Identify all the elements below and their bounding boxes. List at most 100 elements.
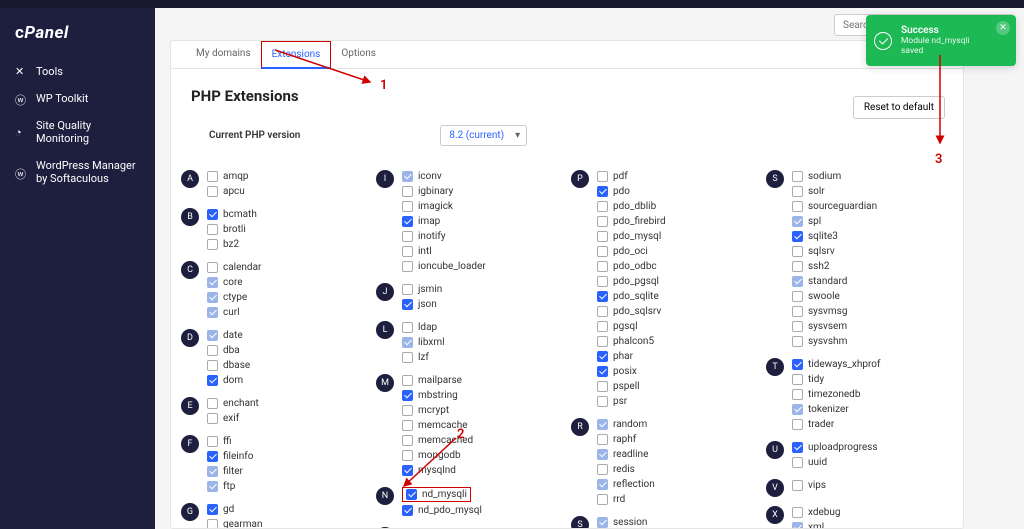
checkbox[interactable]: [792, 442, 803, 453]
ext-intl[interactable]: intl: [402, 244, 563, 259]
ext-curl[interactable]: curl: [207, 305, 368, 320]
ext-trader[interactable]: trader: [792, 417, 953, 432]
checkbox[interactable]: [792, 457, 803, 468]
ext-calendar[interactable]: calendar: [207, 260, 368, 275]
checkbox[interactable]: [792, 306, 803, 317]
checkbox[interactable]: [402, 465, 413, 476]
ext-spl[interactable]: spl: [792, 214, 953, 229]
ext-sqlsrv[interactable]: sqlsrv: [792, 244, 953, 259]
ext-pdo[interactable]: pdo: [597, 184, 758, 199]
ext-ctype[interactable]: ctype: [207, 290, 368, 305]
sidebar-item[interactable]: ✕Tools: [0, 58, 155, 85]
ext-pdf[interactable]: pdf: [597, 169, 758, 184]
checkbox[interactable]: [402, 231, 413, 242]
checkbox[interactable]: [792, 507, 803, 518]
checkbox[interactable]: [792, 389, 803, 400]
ext-filter[interactable]: filter: [207, 464, 368, 479]
checkbox[interactable]: [597, 351, 608, 362]
ext-memcached[interactable]: memcached: [402, 433, 563, 448]
ext-ioncube_loader[interactable]: ioncube_loader: [402, 259, 563, 274]
ext-rrd[interactable]: rrd: [597, 492, 758, 507]
ext-jsmin[interactable]: jsmin: [402, 282, 563, 297]
ext-ssh2[interactable]: ssh2: [792, 259, 953, 274]
checkbox[interactable]: [402, 201, 413, 212]
ext-pdo_dblib[interactable]: pdo_dblib: [597, 199, 758, 214]
checkbox[interactable]: [792, 374, 803, 385]
checkbox[interactable]: [402, 261, 413, 272]
checkbox[interactable]: [402, 322, 413, 333]
checkbox[interactable]: [207, 330, 218, 341]
ext-libxml[interactable]: libxml: [402, 335, 563, 350]
checkbox[interactable]: [402, 505, 413, 516]
ext-phar[interactable]: phar: [597, 349, 758, 364]
checkbox[interactable]: [207, 398, 218, 409]
ext-pdo_sqlite[interactable]: pdo_sqlite: [597, 289, 758, 304]
checkbox[interactable]: [597, 517, 608, 528]
ext-core[interactable]: core: [207, 275, 368, 290]
checkbox[interactable]: [402, 186, 413, 197]
checkbox[interactable]: [207, 186, 218, 197]
checkbox[interactable]: [597, 464, 608, 475]
checkbox[interactable]: [207, 413, 218, 424]
checkbox[interactable]: [597, 494, 608, 505]
ext-readline[interactable]: readline: [597, 447, 758, 462]
checkbox[interactable]: [402, 375, 413, 386]
ext-xml[interactable]: xml: [792, 520, 953, 529]
ext-dom[interactable]: dom: [207, 373, 368, 388]
ext-pdo_mysql[interactable]: pdo_mysql: [597, 229, 758, 244]
checkbox[interactable]: [597, 434, 608, 445]
tab-my-domains[interactable]: My domains: [186, 41, 261, 68]
checkbox[interactable]: [406, 489, 417, 500]
ext-sysvsem[interactable]: sysvsem: [792, 319, 953, 334]
checkbox[interactable]: [207, 171, 218, 182]
ext-bz2[interactable]: bz2: [207, 237, 368, 252]
checkbox[interactable]: [207, 519, 218, 529]
sidebar-item[interactable]: ◔Site Quality Monitoring: [0, 112, 155, 152]
ext-brotli[interactable]: brotli: [207, 222, 368, 237]
checkbox[interactable]: [402, 171, 413, 182]
ext-uploadprogress[interactable]: uploadprogress: [792, 440, 953, 455]
checkbox[interactable]: [597, 171, 608, 182]
ext-imap[interactable]: imap: [402, 214, 563, 229]
checkbox[interactable]: [597, 291, 608, 302]
checkbox[interactable]: [792, 186, 803, 197]
ext-fileinfo[interactable]: fileinfo: [207, 449, 368, 464]
ext-redis[interactable]: redis: [597, 462, 758, 477]
checkbox[interactable]: [597, 336, 608, 347]
checkbox[interactable]: [597, 231, 608, 242]
checkbox[interactable]: [597, 261, 608, 272]
ext-ffi[interactable]: ffi: [207, 434, 368, 449]
ext-mongodb[interactable]: mongodb: [402, 448, 563, 463]
sidebar-item[interactable]: ⓦWP Toolkit: [0, 85, 155, 112]
ext-pdo_pgsql[interactable]: pdo_pgsql: [597, 274, 758, 289]
checkbox[interactable]: [402, 390, 413, 401]
checkbox[interactable]: [207, 224, 218, 235]
ext-amqp[interactable]: amqp: [207, 169, 368, 184]
ext-vips[interactable]: vips: [792, 478, 953, 493]
checkbox[interactable]: [402, 284, 413, 295]
ext-exif[interactable]: exif: [207, 411, 368, 426]
ext-apcu[interactable]: apcu: [207, 184, 368, 199]
ext-pspell[interactable]: pspell: [597, 379, 758, 394]
checkbox[interactable]: [207, 436, 218, 447]
version-select[interactable]: 8.2 (current): [440, 125, 527, 146]
ext-sourceguardian[interactable]: sourceguardian: [792, 199, 953, 214]
checkbox[interactable]: [597, 479, 608, 490]
checkbox[interactable]: [207, 504, 218, 515]
ext-date[interactable]: date: [207, 328, 368, 343]
checkbox[interactable]: [402, 420, 413, 431]
checkbox[interactable]: [792, 404, 803, 415]
checkbox[interactable]: [792, 261, 803, 272]
ext-memcache[interactable]: memcache: [402, 418, 563, 433]
ext-mysqlnd[interactable]: mysqlnd: [402, 463, 563, 478]
checkbox[interactable]: [792, 276, 803, 287]
checkbox[interactable]: [207, 375, 218, 386]
checkbox[interactable]: [792, 246, 803, 257]
checkbox[interactable]: [597, 321, 608, 332]
ext-tokenizer[interactable]: tokenizer: [792, 402, 953, 417]
checkbox[interactable]: [597, 201, 608, 212]
checkbox[interactable]: [402, 216, 413, 227]
checkbox[interactable]: [207, 277, 218, 288]
checkbox[interactable]: [207, 292, 218, 303]
ext-mailparse[interactable]: mailparse: [402, 373, 563, 388]
